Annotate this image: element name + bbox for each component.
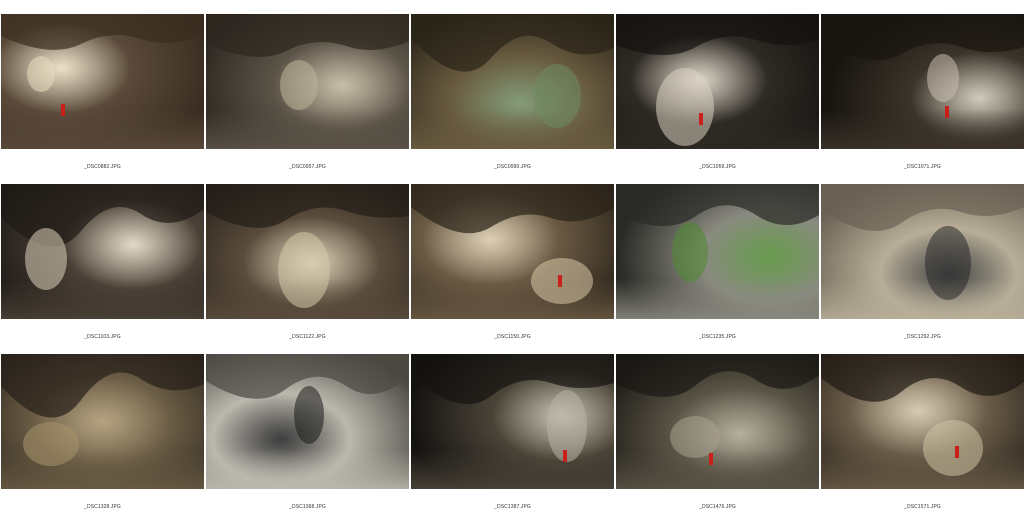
photo-tile[interactable]: _DSC1150.JPG <box>411 184 614 354</box>
thumbnail-grid: _DSC0882.JPG _DSC0957.JPG _DSC0990.JPG _… <box>1 14 1024 524</box>
cave-photo-image <box>821 184 1024 319</box>
photo-tile[interactable]: _DSC1292.JPG <box>821 184 1024 354</box>
cave-photo-image <box>821 14 1024 149</box>
photo-tile[interactable]: _DSC1387.JPG <box>411 354 614 524</box>
caver-figure <box>709 453 713 465</box>
cave-photo-image <box>411 354 614 489</box>
photo-thumbnail[interactable] <box>616 14 819 149</box>
cave-photo-image <box>411 14 614 149</box>
photo-filename: _DSC1071.JPG <box>904 164 941 170</box>
caver-figure <box>945 106 949 118</box>
photo-filename: _DSC0882.JPG <box>84 164 121 170</box>
caver-figure <box>955 446 959 458</box>
photo-filename: _DSC1150.JPG <box>494 334 531 340</box>
photo-tile[interactable]: _DSC1328.JPG <box>1 354 204 524</box>
photo-thumbnail[interactable] <box>206 14 409 149</box>
photo-tile[interactable]: _DSC1122.JPG <box>206 184 409 354</box>
photo-filename: _DSC1368.JPG <box>289 504 326 510</box>
photo-thumbnail[interactable] <box>616 354 819 489</box>
cave-photo-image <box>821 354 1024 489</box>
photo-filename: _DSC0990.JPG <box>494 164 531 170</box>
photo-thumbnail[interactable] <box>206 354 409 489</box>
photo-tile[interactable]: _DSC1103.JPG <box>1 184 204 354</box>
contact-sheet: _DSC0882.JPG _DSC0957.JPG _DSC0990.JPG _… <box>0 0 1024 512</box>
photo-thumbnail[interactable] <box>1 184 204 319</box>
cave-photo-image <box>616 14 819 149</box>
photo-thumbnail[interactable] <box>411 354 614 489</box>
photo-filename: _DSC1059.JPG <box>699 164 736 170</box>
caver-figure <box>558 275 562 287</box>
photo-thumbnail[interactable] <box>821 14 1024 149</box>
photo-thumbnail[interactable] <box>1 354 204 489</box>
cave-photo-image <box>616 354 819 489</box>
cave-photo-image <box>206 184 409 319</box>
photo-filename: _DSC1476.JPG <box>699 504 736 510</box>
photo-thumbnail[interactable] <box>411 184 614 319</box>
photo-tile[interactable]: _DSC1571.JPG <box>821 354 1024 524</box>
photo-tile[interactable]: _DSC1235.JPG <box>616 184 819 354</box>
photo-filename: _DSC1122.JPG <box>289 334 326 340</box>
caver-figure <box>61 104 65 116</box>
cave-photo-image <box>1 14 204 149</box>
photo-tile[interactable]: _DSC1071.JPG <box>821 14 1024 184</box>
photo-tile[interactable]: _DSC1059.JPG <box>616 14 819 184</box>
photo-filename: _DSC1328.JPG <box>84 504 121 510</box>
photo-tile[interactable]: _DSC1476.JPG <box>616 354 819 524</box>
cave-photo-image <box>1 184 204 319</box>
photo-thumbnail[interactable] <box>616 184 819 319</box>
photo-filename: _DSC1292.JPG <box>904 334 941 340</box>
photo-thumbnail[interactable] <box>1 14 204 149</box>
cave-photo-image <box>206 354 409 489</box>
photo-thumbnail[interactable] <box>206 184 409 319</box>
photo-filename: _DSC0957.JPG <box>289 164 326 170</box>
photo-filename: _DSC1235.JPG <box>699 334 736 340</box>
photo-thumbnail[interactable] <box>821 354 1024 489</box>
photo-tile[interactable]: _DSC0882.JPG <box>1 14 204 184</box>
caver-figure <box>563 450 567 462</box>
caver-figure <box>699 113 703 125</box>
cave-photo-image <box>411 184 614 319</box>
cave-photo-image <box>206 14 409 149</box>
photo-tile[interactable]: _DSC1368.JPG <box>206 354 409 524</box>
photo-filename: _DSC1387.JPG <box>494 504 531 510</box>
photo-tile[interactable]: _DSC0957.JPG <box>206 14 409 184</box>
photo-thumbnail[interactable] <box>411 14 614 149</box>
photo-filename: _DSC1571.JPG <box>904 504 941 510</box>
photo-thumbnail[interactable] <box>821 184 1024 319</box>
cave-photo-image <box>616 184 819 319</box>
photo-filename: _DSC1103.JPG <box>84 334 121 340</box>
cave-photo-image <box>1 354 204 489</box>
photo-tile[interactable]: _DSC0990.JPG <box>411 14 614 184</box>
